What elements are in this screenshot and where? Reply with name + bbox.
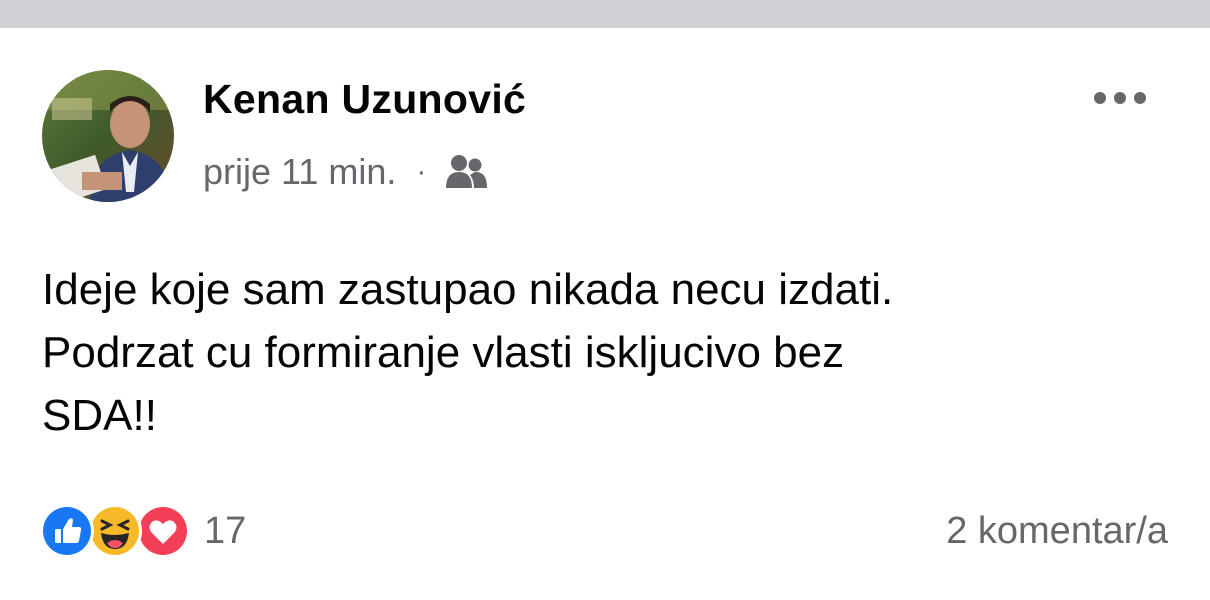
top-bar [0,0,1210,28]
more-options-icon[interactable] [1088,84,1152,112]
post-text: Ideje koje sam zastupao nikada necu izda… [42,258,1162,447]
post-text-line: SDA!! [42,391,157,440]
haha-reaction-icon [88,504,142,558]
avatar[interactable] [42,70,174,202]
meta-separator: · [416,155,427,188]
like-reaction-icon [40,504,94,558]
post-timestamp[interactable]: prije 11 min. [203,151,396,193]
reaction-summary[interactable]: 17 [40,504,246,558]
author-name[interactable]: Kenan Uzunović [203,76,526,123]
friends-icon [444,152,488,192]
comments-link[interactable]: 2 komentar/a [946,510,1168,553]
post-meta: prije 11 min. · [203,150,488,194]
love-reaction-icon [136,504,190,558]
post-text-line: Podrzat cu formiranje vlasti iskljucivo … [42,328,845,377]
reaction-count: 17 [204,509,247,552]
post-text-line: Ideje koje sam zastupao nikada necu izda… [42,265,894,314]
